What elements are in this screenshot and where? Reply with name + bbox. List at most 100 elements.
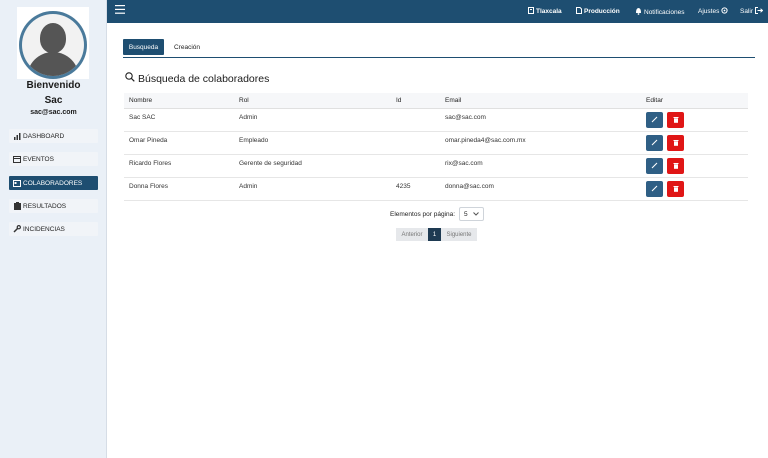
tlaxcala-button[interactable]: Tlaxcala — [528, 7, 562, 16]
prev-page-button[interactable]: Anterior — [396, 228, 428, 241]
ajustes-button[interactable]: Ajustes — [698, 7, 730, 16]
cell-actions — [641, 131, 748, 155]
column-header-nombre: Nombre — [124, 93, 234, 109]
page-title: Búsqueda de colaboradores — [125, 72, 269, 85]
sidebar-item-eventos[interactable]: EVENTOS — [9, 152, 98, 166]
logout-icon — [755, 7, 764, 16]
top-bar: Tlaxcala Producción Notificaciones Ajust… — [107, 0, 768, 23]
calendar-icon — [13, 155, 21, 163]
cell-email: rix@sac.com — [440, 154, 641, 178]
id-card-icon — [13, 179, 21, 187]
tab-busqueda[interactable]: Busqueda — [123, 39, 164, 55]
column-header-editar: Editar — [641, 93, 748, 109]
sidebar-item-label: RESULTADOS — [23, 202, 67, 210]
pencil-icon — [651, 185, 658, 192]
table-row: Omar Pineda Empleado omar.pineda4@sac.co… — [124, 131, 748, 155]
items-per-page-value: 5 — [464, 210, 468, 218]
cell-nombre: Sac SAC — [124, 108, 234, 132]
pencil-icon — [651, 116, 658, 123]
delete-button[interactable] — [667, 111, 684, 128]
cell-email: sac@sac.com — [440, 108, 641, 132]
chevron-down-icon — [473, 211, 479, 218]
cell-rol: Admin — [234, 108, 391, 132]
column-header-id: Id — [391, 93, 440, 109]
trash-icon — [673, 186, 678, 192]
sidebar-item-incidencias[interactable]: INCIDENCIAS — [9, 222, 98, 236]
sidebar-item-label: COLABORADORES — [23, 179, 83, 187]
produccion-label: Producción — [584, 8, 620, 15]
pencil-icon — [651, 162, 658, 169]
trash-icon — [673, 163, 678, 169]
tab-creacion[interactable]: Creación — [170, 39, 204, 55]
salir-button[interactable]: Salir — [740, 7, 765, 16]
ajustes-label: Ajustes — [698, 8, 720, 15]
cell-nombre: Omar Pineda — [124, 131, 234, 155]
column-header-rol: Rol — [234, 93, 391, 109]
notificaciones-button[interactable]: Notificaciones — [635, 7, 684, 17]
wrench-icon — [13, 225, 21, 233]
cell-id — [391, 154, 440, 178]
delete-button[interactable] — [667, 157, 684, 174]
hamburger-icon[interactable] — [115, 5, 125, 17]
bell-icon — [635, 7, 642, 17]
current-page-button[interactable]: 1 — [428, 228, 441, 241]
search-icon — [125, 72, 135, 85]
cell-email: donna@sac.com — [440, 177, 641, 201]
sidebar-item-colaboradores[interactable]: COLABORADORES — [9, 176, 98, 190]
cell-actions — [641, 108, 748, 132]
edit-button[interactable] — [646, 157, 663, 174]
cell-rol: Admin — [234, 177, 391, 201]
delete-button[interactable] — [667, 134, 684, 151]
sidebar-item-label: DASHBOARD — [23, 132, 65, 140]
produccion-button[interactable]: Producción — [576, 7, 620, 16]
table-row: Sac SAC Admin sac@sac.com — [124, 108, 748, 132]
user-email: sac@sac.com — [30, 109, 77, 116]
column-header-email: Email — [440, 93, 641, 109]
next-page-button[interactable]: Siguiente — [441, 228, 477, 241]
user-name: Sac — [44, 95, 63, 106]
colaboradores-table: Nombre Rol Id Email Editar Sac SAC Admin… — [124, 93, 748, 201]
cell-nombre: Ricardo Flores — [124, 154, 234, 178]
table-header-row: Nombre Rol Id Email Editar — [124, 93, 748, 109]
delete-button[interactable] — [667, 180, 684, 197]
tab-divider — [123, 57, 755, 58]
welcome-text: Bienvenido — [26, 80, 81, 91]
edit-button[interactable] — [646, 111, 663, 128]
file-icon — [576, 7, 582, 16]
sidebar-item-label: EVENTOS — [23, 155, 54, 163]
page-title-text: Búsqueda de colaboradores — [138, 72, 270, 85]
cell-rol: Empleado — [234, 131, 391, 155]
sidebar-item-label: INCIDENCIAS — [23, 225, 65, 233]
table-row: Ricardo Flores Gerente de seguridad rix@… — [124, 154, 748, 178]
edit-button[interactable] — [646, 180, 663, 197]
cell-email: omar.pineda4@sac.com.mx — [440, 131, 641, 155]
trash-icon — [673, 117, 678, 123]
main-content: Busqueda Creación Búsqueda de colaborado… — [107, 23, 768, 458]
cell-id: 4235 — [391, 177, 440, 201]
cell-actions — [641, 177, 748, 201]
pagination: Anterior 1 Siguiente — [396, 228, 477, 241]
salir-label: Salir — [740, 8, 754, 15]
cell-rol: Gerente de seguridad — [234, 154, 391, 178]
building-icon — [528, 7, 534, 16]
edit-button[interactable] — [646, 134, 663, 151]
table-row: Donna Flores Admin 4235 donna@sac.com — [124, 177, 748, 201]
cell-id — [391, 131, 440, 155]
items-per-page-select[interactable]: 5 — [459, 207, 485, 221]
pencil-icon — [651, 139, 658, 146]
notificaciones-label: Notificaciones — [644, 8, 685, 16]
cell-id — [391, 108, 440, 132]
trash-icon — [673, 140, 678, 146]
sidebar: Bienvenido Sac sac@sac.com DASHBOARD EVE… — [0, 0, 107, 458]
avatar — [17, 7, 89, 79]
bar-chart-icon — [13, 132, 21, 140]
items-per-page-label: Elementos por página: — [390, 210, 456, 218]
sidebar-item-dashboard[interactable]: DASHBOARD — [9, 129, 98, 143]
items-per-page: Elementos por página: 5 — [390, 207, 485, 221]
cell-actions — [641, 154, 748, 178]
cell-nombre: Donna Flores — [124, 177, 234, 201]
clipboard-icon — [13, 202, 21, 210]
tlaxcala-label: Tlaxcala — [536, 8, 562, 15]
gear-icon — [721, 7, 728, 16]
sidebar-item-resultados[interactable]: RESULTADOS — [9, 199, 98, 213]
